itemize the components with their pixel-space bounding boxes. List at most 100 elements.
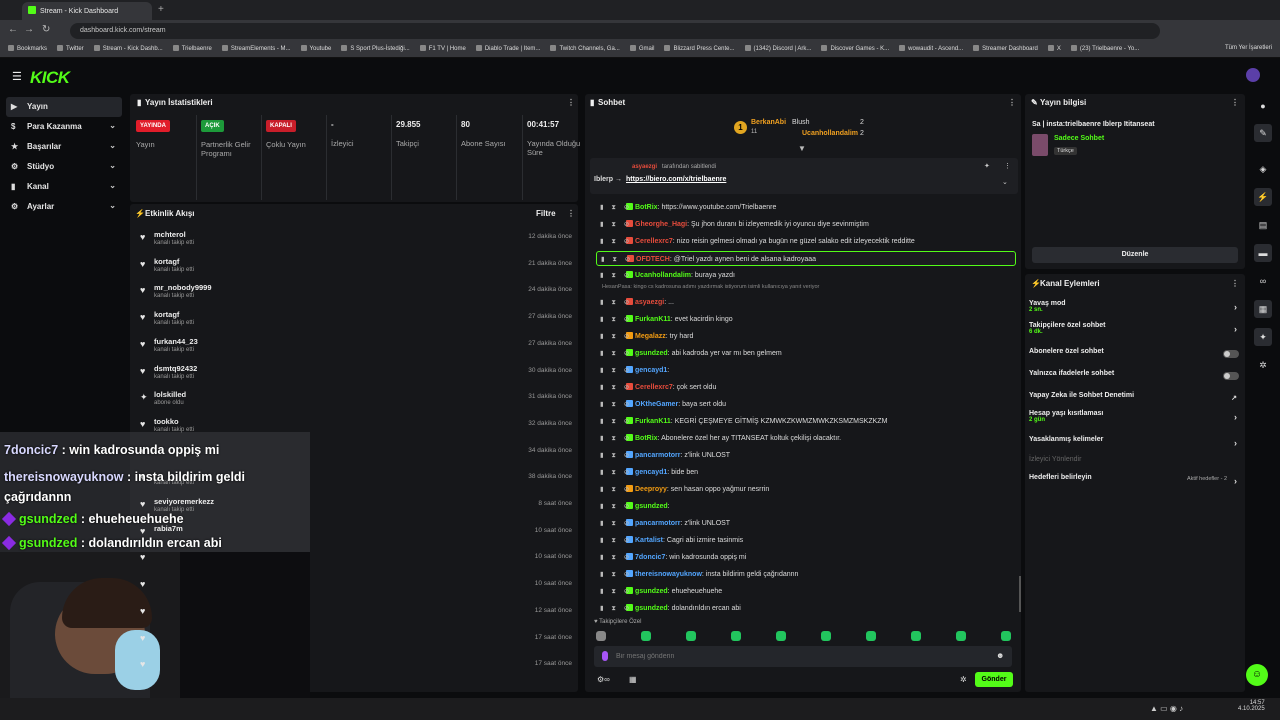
- activity-item[interactable]: ♥ dsmtq92432 kanalı takip etti 30 dakika ön…: [138, 362, 576, 388]
- chat-username[interactable]: gsundzed: [635, 350, 668, 357]
- bookmark-item[interactable]: wowaudit - Ascend...: [899, 45, 963, 52]
- chat-username[interactable]: Cerellexrc7: [635, 384, 673, 391]
- chat-message[interactable]: ▮ ⧗ ⊘ Cerellexrc7: çok sert oldu: [596, 380, 1016, 395]
- nav-item-4[interactable]: ▮ Kanal ⌄: [6, 177, 122, 197]
- message-actions-icon[interactable]: ▮ ⧗ ⊘: [600, 451, 632, 460]
- dashboard-rail-icon[interactable]: ◈: [1254, 160, 1272, 178]
- activity-item[interactable]: ✦ lolskilled abone oldu 31 dakika önce: [138, 388, 576, 414]
- chat-username[interactable]: BotRix: [635, 204, 658, 211]
- channel-action-item[interactable]: Yasaklanmış kelimeler ›: [1029, 436, 1241, 456]
- channel-action-item[interactable]: Yalnızca ifadelerle sohbet: [1029, 370, 1241, 390]
- toggle-switch[interactable]: [1223, 350, 1239, 358]
- chat-username[interactable]: pancarmotorr: [635, 452, 681, 459]
- info-more-icon[interactable]: ⋮: [1231, 98, 1239, 107]
- bookmark-item[interactable]: (1342) Discord | Ark...: [744, 45, 811, 52]
- chat-username[interactable]: Cerellexrc7: [635, 238, 673, 245]
- chat-message[interactable]: ▮ ⧗ ⊘ gsundzed: dolandırıldın ercan abi: [596, 601, 1016, 616]
- settings-rail-icon[interactable]: ✲: [1254, 356, 1272, 374]
- activity-item[interactable]: ♥ furkan44_23 kanalı takip etti 27 dakika ö…: [138, 335, 576, 361]
- info-rail-icon[interactable]: ●: [1254, 97, 1272, 115]
- event-user[interactable]: mr_nobody9999: [154, 283, 212, 292]
- chevron-right-icon[interactable]: ›: [1234, 412, 1237, 422]
- chat-input-box[interactable]: ☻: [594, 646, 1012, 667]
- message-actions-icon[interactable]: ▮ ⧗ ⊘: [600, 587, 632, 596]
- message-actions-icon[interactable]: ▮ ⧗ ⊘: [600, 220, 632, 229]
- chevron-right-icon[interactable]: ›: [1234, 324, 1237, 334]
- bookmark-item[interactable]: Gmail: [629, 45, 654, 52]
- message-actions-icon[interactable]: ▮ ⧗ ⊘: [600, 383, 632, 392]
- activity-item[interactable]: ♥ kortagf kanalı takip etti 21 dakika önce: [138, 255, 576, 281]
- support-chat-icon[interactable]: ☺: [1246, 664, 1268, 686]
- chat-username[interactable]: OFDTECH: [636, 256, 670, 263]
- chat-username[interactable]: gencayd1: [635, 367, 667, 374]
- emote-icon[interactable]: [596, 631, 606, 641]
- filter-button[interactable]: Filtre: [536, 209, 556, 218]
- chat-input[interactable]: [616, 649, 976, 664]
- bookmark-item[interactable]: F1 TV | Home: [419, 45, 466, 52]
- chevron-down-icon[interactable]: ⌄: [109, 201, 116, 210]
- bookmark-item[interactable]: Youtube: [300, 45, 331, 52]
- event-user[interactable]: kortagf: [154, 310, 179, 319]
- event-user[interactable]: mchterol: [154, 230, 186, 239]
- chevron-right-icon[interactable]: ›: [1234, 476, 1237, 486]
- chat-message[interactable]: ▮ ⧗ ⊘ thereisnowayuknow: insta bildirim g…: [596, 567, 1016, 582]
- bookmark-item[interactable]: Trielbaenre: [172, 45, 212, 52]
- nav-item-5[interactable]: ⚙ Ayarlar ⌄: [6, 197, 122, 217]
- chevron-down-icon[interactable]: ⌄: [109, 121, 116, 130]
- message-actions-icon[interactable]: ▮ ⧗ ⊘: [600, 366, 632, 375]
- bookmark-item[interactable]: Discover Games - K...: [821, 45, 889, 52]
- mic-icon[interactable]: [602, 651, 608, 661]
- bookmark-item[interactable]: Blizzard Press Cente...: [664, 45, 735, 52]
- bookmark-item[interactable]: StreamElements - M...: [221, 45, 291, 52]
- message-actions-icon[interactable]: ▮ ⧗ ⊘: [600, 315, 632, 324]
- chat-message[interactable]: ▮ ⧗ ⊘ FurkanK11: evet kacirdin kingo: [596, 312, 1016, 327]
- chat-message[interactable]: ▮ ⧗ ⊘ Cerellexrc7: nizo reisin gelmesi ol…: [596, 234, 1016, 249]
- chat-username[interactable]: pancarmotorr: [635, 520, 681, 527]
- chat-username[interactable]: Gheorghe_Hagi: [635, 221, 687, 228]
- edit-button[interactable]: Düzenle: [1032, 247, 1238, 263]
- chat-username[interactable]: gsundzed: [635, 605, 668, 612]
- bookmark-item[interactable]: X: [1047, 45, 1061, 52]
- channel-action-item[interactable]: Hesap yaşı kısıtlaması 2 gün ›: [1029, 410, 1241, 430]
- kick-logo[interactable]: KICK: [30, 68, 70, 88]
- chat-username[interactable]: gencayd1: [635, 469, 667, 476]
- activity-item[interactable]: ♥ 17 saat önce: [138, 655, 576, 681]
- chevron-down-icon[interactable]: ⌄: [109, 161, 116, 170]
- actions-more-icon[interactable]: ⋮: [1231, 279, 1239, 288]
- chat-message[interactable]: ▮ ⧗ ⊘ Ucanhollandalim: buraya yazdı: [596, 268, 1016, 283]
- chevron-down-icon[interactable]: ⌄: [109, 181, 116, 190]
- lightning-rail-icon[interactable]: ⚡: [1254, 188, 1272, 206]
- activity-item[interactable]: ♥ tookko kanalı takip etti 32 dakika önce: [138, 415, 576, 441]
- chat-message[interactable]: ▮ ⧗ ⊘ asyaezgi: ...: [596, 295, 1016, 310]
- bookmark-item[interactable]: Twitch Channels, Ga...: [550, 45, 620, 52]
- pinned-collapse-icon[interactable]: ⌄: [1002, 178, 1008, 186]
- event-user[interactable]: kortagf: [154, 257, 179, 266]
- message-actions-icon[interactable]: ▮ ⧗ ⊘: [600, 332, 632, 341]
- nav-item-1[interactable]: $ Para Kazanma ⌄: [6, 117, 122, 137]
- chat-tools-icon[interactable]: ⚙∞: [597, 675, 610, 684]
- message-actions-icon[interactable]: ▮ ⧗ ⊘: [600, 468, 632, 477]
- nav-item-0[interactable]: ▶ Yayın: [6, 97, 122, 117]
- chat-message[interactable]: ▮ ⧗ ⊘ gencayd1: bide ben: [596, 465, 1016, 480]
- tray-icons[interactable]: ▲ ▭ ◉ ♪: [1150, 704, 1183, 713]
- calendar-rail-icon[interactable]: ▦: [1254, 300, 1272, 318]
- chat-username[interactable]: FurkanK11: [635, 316, 671, 323]
- url-input[interactable]: dashboard.kick.com/stream: [70, 23, 1160, 39]
- chat-message[interactable]: ▮ ⧗ ⊘ pancarmotorr: z'link UNLOST: [596, 516, 1016, 531]
- nav-item-3[interactable]: ⚙ Stüdyo ⌄: [6, 157, 122, 177]
- chat-message[interactable]: ▮ ⧗ ⊘ OKtheGamer: baya sert oldu: [596, 397, 1016, 412]
- chat-message[interactable]: ▮ ⧗ ⊘ Megalazz: try hard: [596, 329, 1016, 344]
- event-user[interactable]: dsmtq92432: [154, 364, 197, 373]
- event-user[interactable]: furkan44_23: [154, 337, 198, 346]
- clock[interactable]: 14:57 4.10.2025: [1238, 700, 1265, 712]
- chat-message[interactable]: ▮ ⧗ ⊘ Gheorghe_Hagi: Şu jhon duranı bi iz…: [596, 217, 1016, 232]
- message-actions-icon[interactable]: ▮ ⧗ ⊘: [600, 502, 632, 511]
- tools-rail-icon[interactable]: ✦: [1254, 328, 1272, 346]
- message-actions-icon[interactable]: ▮ ⧗ ⊘: [600, 536, 632, 545]
- channel-action-item[interactable]: Yavaş mod 2 sn. ›: [1029, 300, 1241, 320]
- channel-action-item[interactable]: Hedefleri belirleyin Aktif hedefler - 2 ›: [1029, 474, 1241, 494]
- link-rail-icon[interactable]: ∞: [1254, 272, 1272, 290]
- message-actions-icon[interactable]: ▮ ⧗ ⊘: [600, 604, 632, 613]
- chat-username[interactable]: gsundzed: [635, 503, 668, 510]
- pinned-message[interactable]: asyaezgi tarafından sabitlendi Iblerp → …: [590, 158, 1018, 194]
